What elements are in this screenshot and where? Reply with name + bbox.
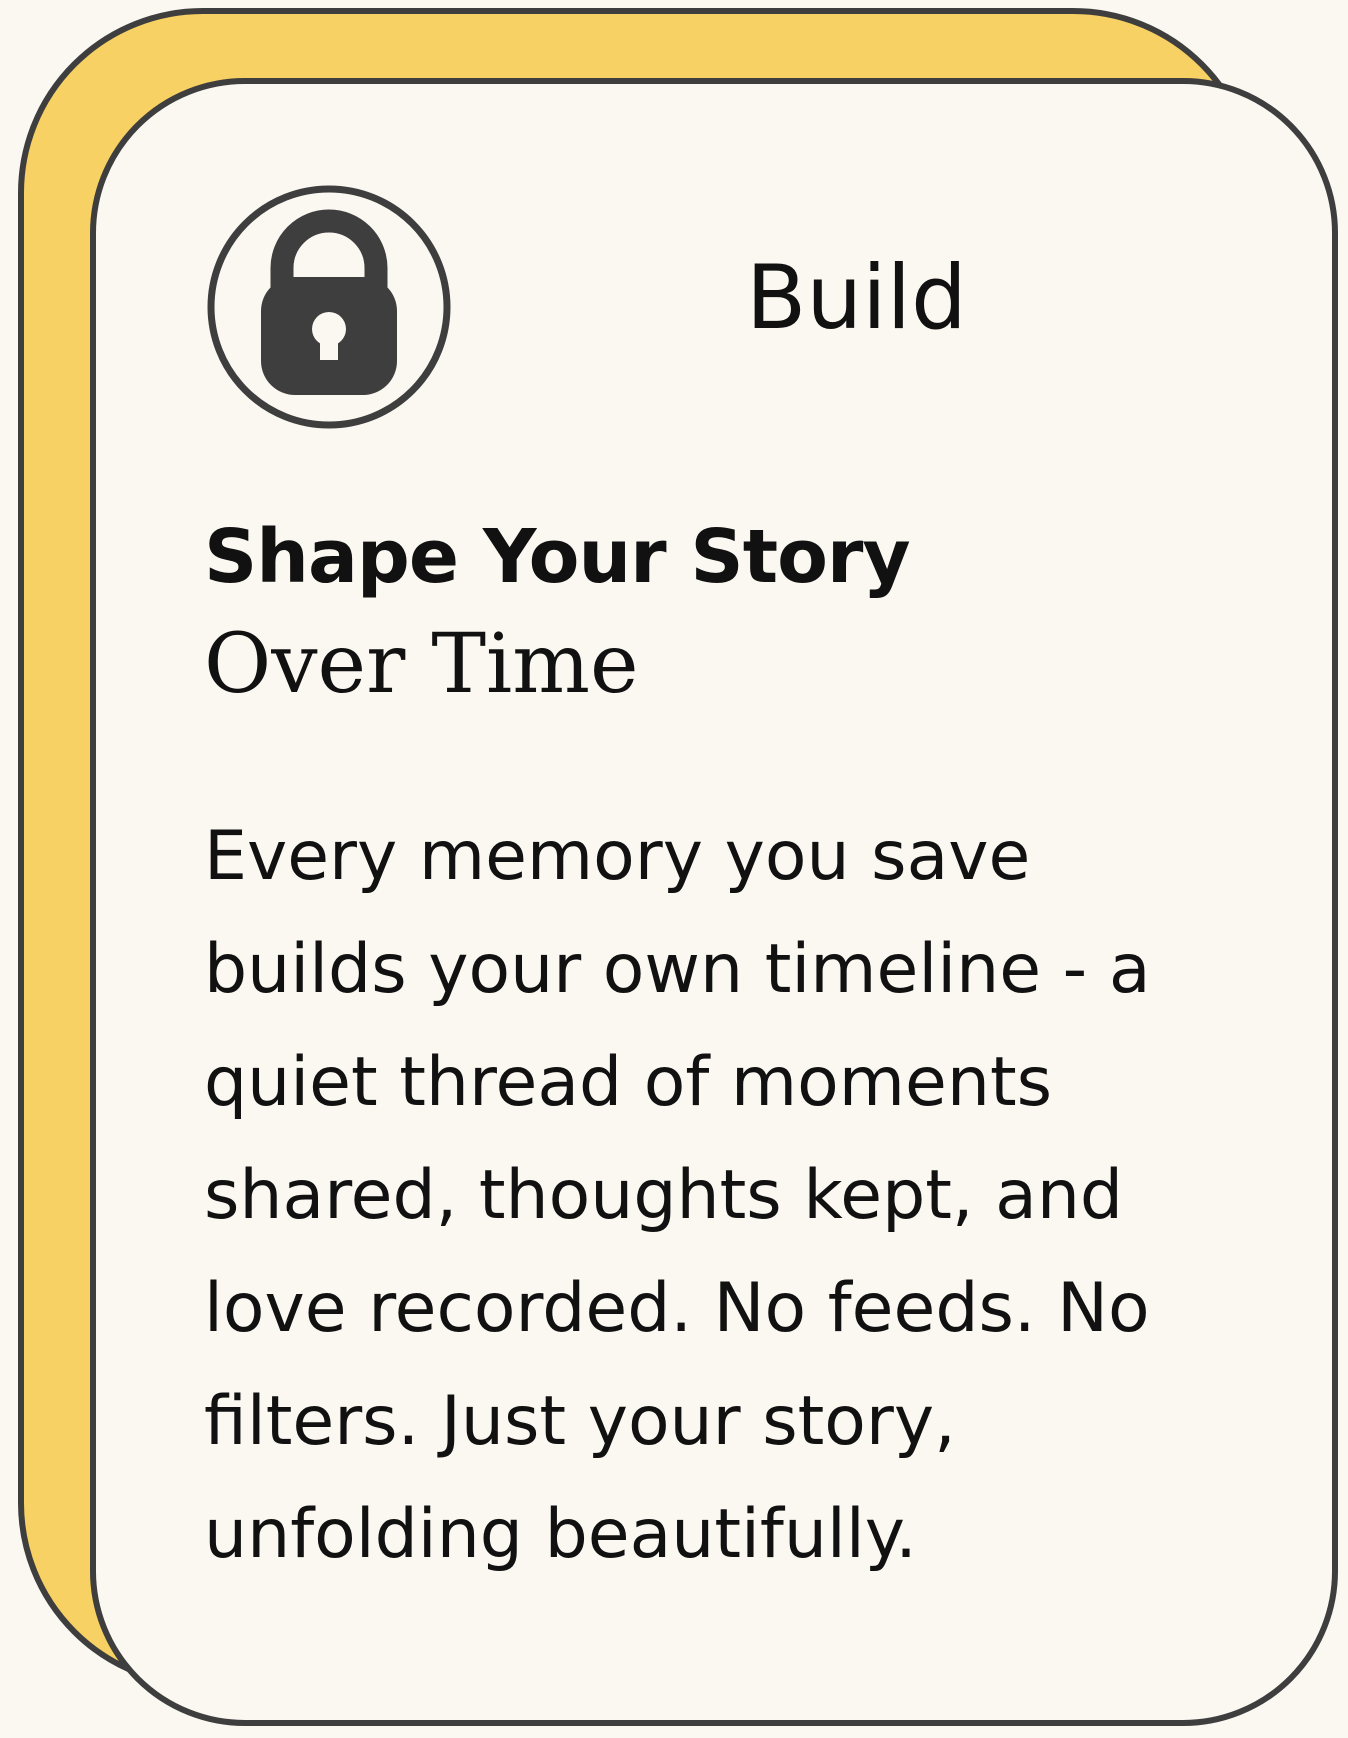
description-line: quiet thread of moments [204, 1043, 1053, 1122]
category-label: Build [746, 246, 967, 349]
feature-card: Build Shape Your Story Over Time Every m… [90, 78, 1338, 1726]
description-line: love recorded. No feeds. No [204, 1269, 1150, 1348]
card-title: Shape Your Story [204, 514, 911, 600]
description-line: filters. Just your story, [204, 1382, 956, 1461]
description-line: shared, thoughts kept, and [204, 1156, 1124, 1235]
description-line: Every memory you save [204, 817, 1031, 896]
card-subtitle: Over Time [204, 617, 639, 712]
description-line: builds your own timeline - a [204, 930, 1151, 1009]
card-description: Every memory you save builds your own ti… [204, 800, 1264, 1591]
description-line: unfolding beautifully. [204, 1495, 917, 1574]
lock-icon [206, 184, 452, 430]
